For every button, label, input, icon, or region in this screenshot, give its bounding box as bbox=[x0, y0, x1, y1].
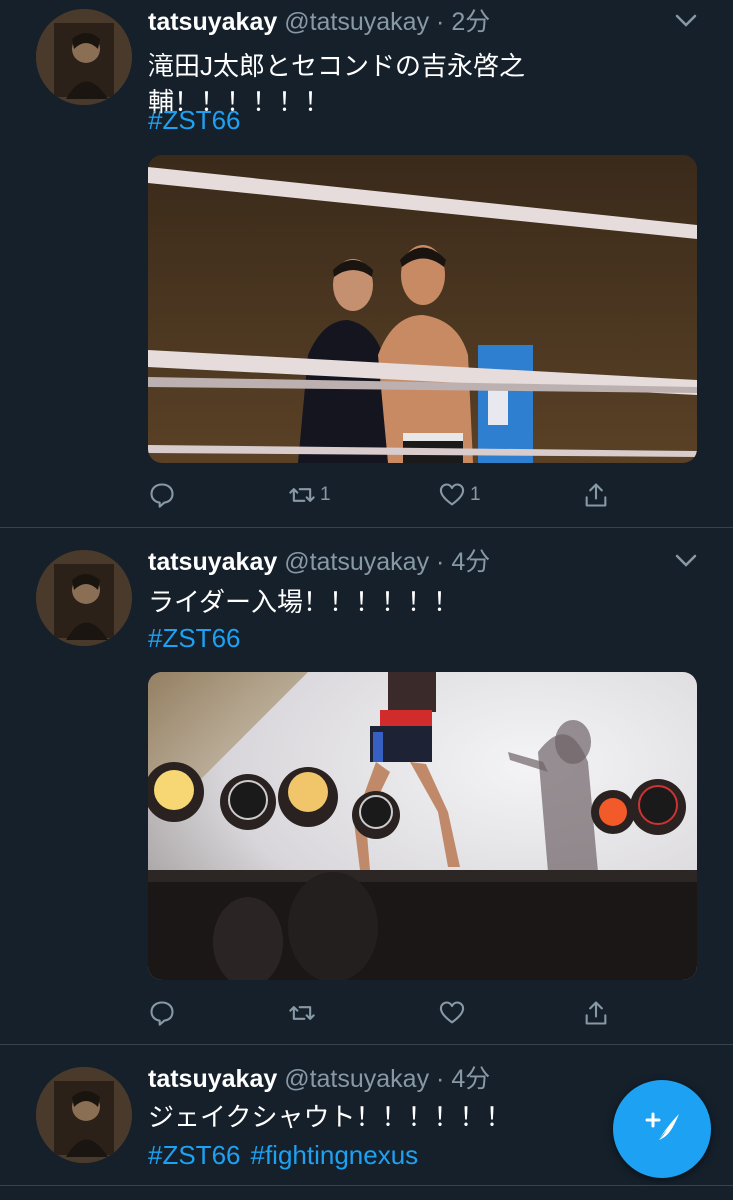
user-handle[interactable]: @tatsuyakay bbox=[284, 548, 429, 576]
tweet-photo[interactable] bbox=[148, 672, 697, 980]
tweet-actions: 1 1 bbox=[148, 479, 618, 511]
hashtags: #ZST66 bbox=[148, 102, 251, 138]
dot-separator: · bbox=[429, 1065, 452, 1093]
like-button[interactable] bbox=[438, 997, 470, 1029]
tweet-text-line: 滝田J太郎とセコンドの吉永啓之 bbox=[148, 51, 526, 81]
retweet-count: 1 bbox=[320, 484, 331, 505]
like-button[interactable]: 1 bbox=[438, 479, 481, 511]
tweet-text: ジェイクシャウト！！！！！！ bbox=[148, 1099, 668, 1135]
share-button[interactable] bbox=[582, 479, 610, 511]
like-count: 1 bbox=[470, 484, 481, 505]
share-icon bbox=[585, 483, 607, 507]
hashtag-link[interactable]: #ZST66 bbox=[148, 1140, 241, 1170]
retweet-icon bbox=[289, 1006, 315, 1020]
timestamp[interactable]: 4分 bbox=[451, 548, 490, 576]
tweet[interactable]: tatsuyakay @tatsuyakay · 4分 ライダー入場！！！！！！… bbox=[0, 528, 733, 1045]
tweet-header: tatsuyakay @tatsuyakay · 4分 bbox=[148, 1059, 490, 1099]
reply-icon bbox=[150, 1001, 174, 1026]
retweet-button[interactable]: 1 bbox=[288, 479, 331, 511]
user-handle[interactable]: @tatsuyakay bbox=[284, 8, 429, 36]
share-icon bbox=[585, 1001, 607, 1025]
ring-photo-image bbox=[148, 155, 697, 463]
tweet-photo[interactable] bbox=[148, 155, 697, 463]
tweet[interactable]: tatsuyakay @tatsuyakay · 2分 滝田J太郎とセコンドの吉… bbox=[0, 0, 733, 528]
tweet-header: tatsuyakay @tatsuyakay · 4分 bbox=[148, 542, 490, 582]
timestamp[interactable]: 2分 bbox=[451, 8, 490, 36]
avatar-image bbox=[36, 1067, 132, 1163]
tweet-actions bbox=[148, 997, 618, 1029]
chevron-down-icon[interactable] bbox=[675, 554, 697, 568]
tweet-text: ライダー入場！！！！！！ bbox=[148, 584, 668, 620]
user-handle[interactable]: @tatsuyakay bbox=[284, 1065, 429, 1093]
retweet-button[interactable] bbox=[288, 997, 320, 1029]
heart-icon bbox=[439, 483, 465, 506]
hashtag-link[interactable]: #fightingnexus bbox=[251, 1140, 419, 1170]
tweet-text-line: ライダー入場！！！！！！ bbox=[148, 587, 459, 617]
timestamp[interactable]: 4分 bbox=[451, 1065, 490, 1093]
display-name[interactable]: tatsuyakay bbox=[148, 548, 277, 576]
tweet-text-line: ジェイクシャウト！！！！！！ bbox=[148, 1102, 512, 1132]
reply-button[interactable] bbox=[148, 479, 180, 511]
reply-icon bbox=[150, 483, 174, 508]
display-name[interactable]: tatsuyakay bbox=[148, 1065, 277, 1093]
avatar[interactable] bbox=[36, 9, 132, 105]
avatar[interactable] bbox=[36, 1067, 132, 1163]
retweet-icon bbox=[289, 488, 315, 502]
display-name[interactable]: tatsuyakay bbox=[148, 8, 277, 36]
dot-separator: · bbox=[429, 8, 452, 36]
share-button[interactable] bbox=[582, 997, 610, 1029]
heart-icon bbox=[439, 1001, 465, 1024]
avatar-image bbox=[36, 9, 132, 105]
avatar[interactable] bbox=[36, 550, 132, 646]
reply-button[interactable] bbox=[148, 997, 180, 1029]
hashtag-link[interactable]: #ZST66 bbox=[148, 105, 241, 135]
hashtags: #ZST66 #fightingnexus bbox=[148, 1137, 428, 1173]
entrance-photo-image bbox=[148, 672, 697, 980]
compose-tweet-button[interactable] bbox=[613, 1080, 711, 1178]
avatar-image bbox=[36, 550, 132, 646]
hashtag-link[interactable]: #ZST66 bbox=[148, 623, 241, 653]
compose-tweet-icon bbox=[645, 1112, 679, 1146]
chevron-down-icon[interactable] bbox=[675, 14, 697, 28]
dot-separator: · bbox=[429, 548, 452, 576]
tweet-header: tatsuyakay @tatsuyakay · 2分 bbox=[148, 2, 490, 42]
hashtags: #ZST66 bbox=[148, 620, 251, 656]
